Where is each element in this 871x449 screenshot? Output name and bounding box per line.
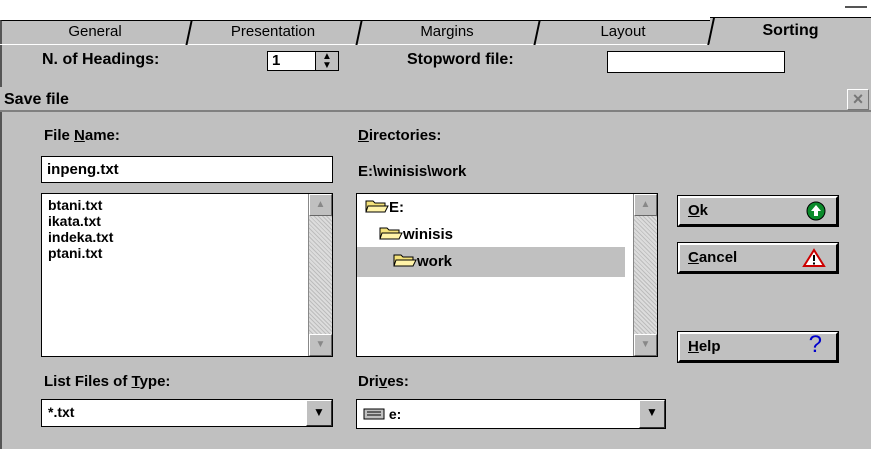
tab-layout-label: Layout	[600, 23, 646, 40]
chevron-down-icon[interactable]: ▼	[639, 400, 665, 428]
scroll-down-icon[interactable]: ▼	[309, 334, 332, 356]
list-item[interactable]: ptani.txt	[42, 245, 332, 261]
folder-icon	[393, 254, 417, 267]
list-item[interactable]: indeka.txt	[42, 229, 332, 245]
tab-general[interactable]: General	[0, 20, 188, 44]
drive-value: e:	[388, 406, 402, 422]
ok-accel: O	[688, 202, 700, 219]
file-name-label: File Name:	[44, 127, 120, 144]
file-type-label-rest: ype:	[139, 373, 171, 390]
dialog-left-edge	[0, 112, 6, 449]
headings-spinner-button[interactable]: ▲ ▼	[315, 51, 339, 71]
dialog-title-bar[interactable]: Save file ×	[0, 87, 871, 112]
headings-label: N. of Headings:	[42, 51, 160, 68]
window-edge-line	[845, 6, 867, 8]
file-name-label-text: File	[44, 127, 75, 144]
drives-label-accel: v	[378, 373, 388, 390]
headings-spinner-input[interactable]: 1	[267, 51, 317, 71]
spinner-down-icon[interactable]: ▼	[316, 61, 338, 71]
tab-sorting-label: Sorting	[762, 22, 819, 39]
folder-icon	[379, 227, 403, 240]
drive-select[interactable]: e: ▼	[356, 399, 666, 429]
current-directory: E:\winisis\work	[358, 163, 467, 180]
directories-label-accel: D	[358, 127, 369, 144]
scroll-down-icon[interactable]: ▼	[634, 334, 657, 356]
directory-item-label: E:	[389, 199, 404, 216]
file-type-value: *.txt	[48, 404, 75, 420]
green-up-arrow-icon	[806, 201, 826, 221]
tab-layout[interactable]: Layout	[536, 20, 710, 44]
tab-presentation[interactable]: Presentation	[188, 20, 358, 44]
ok-button-label: Ok	[688, 202, 708, 219]
help-rest: elp	[698, 338, 721, 355]
drive-icon	[363, 408, 385, 420]
file-type-label-accel: T	[131, 373, 140, 390]
directory-list-scrollbar[interactable]: ▲ ▼	[633, 194, 657, 356]
directories-label-rest: irectories:	[368, 127, 442, 144]
tab-margins-label: Margins	[420, 23, 474, 40]
file-list[interactable]: btani.txt ikata.txt indeka.txt ptani.txt…	[41, 193, 333, 357]
drives-label: Drives:	[358, 373, 409, 390]
directory-item-work[interactable]: work	[393, 250, 452, 274]
directory-item-root[interactable]: E:	[365, 196, 404, 220]
file-type-select[interactable]: *.txt ▼	[41, 399, 333, 427]
file-name-input[interactable]: inpeng.txt	[41, 156, 333, 183]
close-icon[interactable]: ×	[847, 89, 869, 110]
directory-item-label: winisis	[403, 226, 454, 243]
help-accel: H	[688, 338, 699, 355]
directory-item-winisis[interactable]: winisis	[379, 223, 453, 247]
tab-sorting[interactable]: Sorting	[710, 17, 871, 45]
cancel-accel: C	[688, 249, 699, 266]
ok-rest: k	[699, 202, 709, 219]
file-type-label-text: List Files of	[44, 373, 132, 390]
tab-general-label: General	[68, 23, 122, 40]
directory-list[interactable]: E: winisis work ▲ ▼	[356, 193, 658, 357]
stopword-input[interactable]	[607, 51, 785, 73]
file-name-label-accel: N	[74, 127, 85, 144]
scroll-up-icon[interactable]: ▲	[634, 194, 657, 216]
file-type-label: List Files of Type:	[44, 373, 170, 390]
directories-label: Directories:	[358, 127, 441, 144]
help-button[interactable]: Help ?	[677, 331, 839, 363]
chevron-down-icon[interactable]: ▼	[306, 400, 332, 426]
cancel-button[interactable]: Cancel	[677, 242, 839, 274]
help-button-label: Help	[688, 338, 721, 355]
directory-item-label: work	[417, 253, 453, 270]
save-file-dialog: Save file × File Name: inpeng.txt btani.…	[0, 87, 871, 449]
drives-label-text: Dri	[358, 373, 379, 390]
warning-triangle-icon	[802, 248, 826, 267]
list-item[interactable]: ikata.txt	[42, 213, 332, 229]
cancel-button-label: Cancel	[688, 249, 737, 266]
ok-button[interactable]: Ok	[677, 195, 839, 227]
drives-label-rest: es:	[387, 373, 409, 390]
file-list-scrollbar[interactable]: ▲ ▼	[308, 194, 332, 356]
folder-icon	[365, 200, 389, 213]
list-item[interactable]: btani.txt	[42, 197, 332, 213]
cancel-rest: ancel	[698, 249, 738, 266]
headings-row: N. of Headings: 1 ▲ ▼ Stopword file:	[0, 45, 871, 87]
tab-presentation-label: Presentation	[230, 23, 316, 40]
scroll-up-icon[interactable]: ▲	[309, 194, 332, 216]
dialog-title: Save file	[4, 91, 69, 108]
question-mark-icon: ?	[808, 331, 822, 358]
stopword-label: Stopword file:	[407, 51, 514, 68]
file-name-label-rest: ame:	[84, 127, 120, 144]
tab-margins[interactable]: Margins	[358, 20, 536, 44]
tab-strip: General Presentation Margins Layout Sort…	[0, 0, 871, 50]
file-list-items: btani.txt ikata.txt indeka.txt ptani.txt	[42, 194, 332, 261]
